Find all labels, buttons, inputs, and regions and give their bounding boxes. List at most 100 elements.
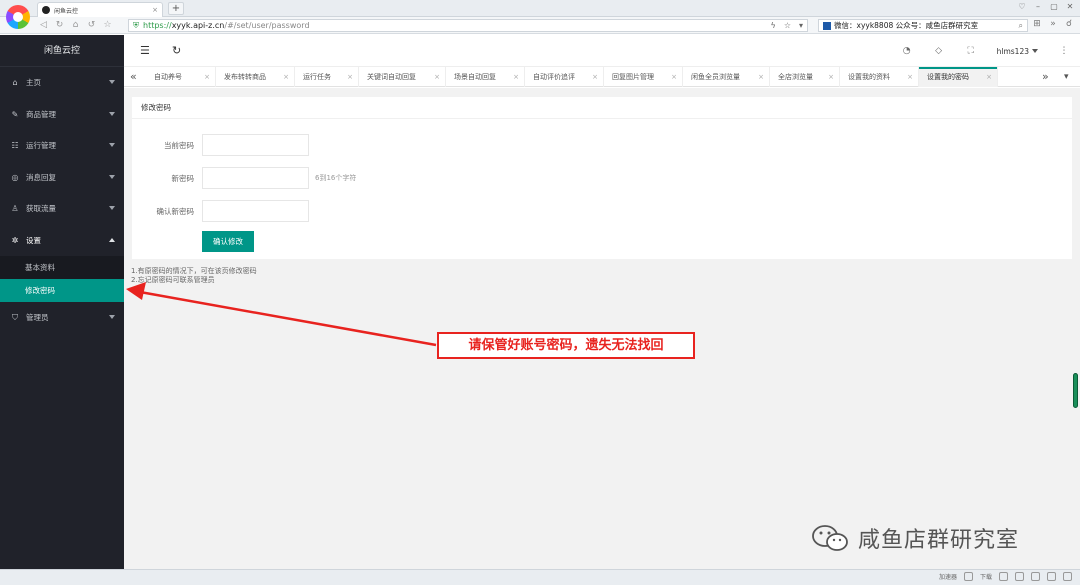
minimize-icon[interactable]: – (1032, 1, 1044, 13)
status-icon[interactable] (999, 572, 1008, 581)
maximize-icon[interactable]: ▢ (1048, 1, 1060, 13)
tag-icon[interactable]: ◇ (923, 46, 955, 56)
page-tab[interactable]: 发布转转商品 × (216, 67, 295, 87)
fullscreen-icon[interactable]: ⛶ (955, 46, 987, 56)
close-icon[interactable]: × (513, 67, 519, 87)
back-icon[interactable]: ◁ (38, 19, 49, 31)
message-icon: ◎ (11, 172, 19, 182)
sidebar-item-admin[interactable]: ⛉ 管理员 (0, 302, 124, 334)
close-icon[interactable]: × (204, 67, 210, 87)
status-accelerator[interactable]: 加速器 (939, 572, 957, 581)
close-icon[interactable]: × (434, 67, 440, 87)
shield-lock-icon: ⛨ (133, 20, 139, 30)
user-menu[interactable]: hlms123 (987, 47, 1048, 56)
close-window-icon[interactable]: ✕ (1064, 1, 1076, 13)
wechat-icon (812, 525, 848, 551)
status-icon[interactable] (1031, 572, 1040, 581)
close-icon[interactable]: × (907, 67, 913, 87)
confirm-password-label: 确认新密码 (156, 206, 195, 216)
reload-icon[interactable]: ↻ (172, 44, 181, 57)
username: hlms123 (996, 46, 1029, 56)
current-password-label: 当前密码 (164, 140, 194, 150)
close-icon[interactable]: × (986, 67, 992, 87)
status-icon[interactable] (1015, 572, 1024, 581)
close-icon[interactable]: × (347, 67, 353, 87)
tabs-scroll-left-icon[interactable]: « (130, 70, 137, 83)
sidebar-item-label: 管理员 (26, 313, 49, 323)
browser-logo-icon[interactable] (6, 5, 30, 29)
new-password-row: 新密码 6到16个字符 (132, 167, 356, 189)
heart-icon[interactable]: ♡ (1016, 1, 1028, 13)
menu-toggle-icon[interactable]: ☰ (140, 44, 150, 57)
url-field[interactable]: ⛨ https:// xyyk.api-z.cn /#/set/user/pas… (128, 19, 808, 32)
sidebar-subitem[interactable]: 基本资料 (0, 256, 124, 279)
tabs-menu-icon[interactable]: ▾ (1064, 72, 1069, 82)
page-tab-label: 自动养号 (154, 73, 182, 81)
more-icon[interactable]: » (1048, 19, 1058, 29)
status-icon[interactable] (1047, 572, 1056, 581)
page-tab[interactable]: 全店浏览量 × (770, 67, 840, 87)
refresh-icon[interactable]: ↻ (54, 19, 65, 31)
status-icon[interactable] (963, 572, 973, 581)
browser-tab[interactable]: 闲鱼云控 × (37, 2, 163, 17)
scrollbar-thumb[interactable] (1073, 373, 1078, 408)
extension-icon[interactable]: ☌ (1064, 19, 1074, 29)
new-tab-button[interactable]: + (168, 2, 184, 15)
close-icon[interactable]: × (283, 67, 289, 87)
bookmark-star-icon[interactable]: ☆ (784, 21, 791, 30)
sidebar-item[interactable]: ✎ 商品管理 (0, 99, 124, 131)
search-field[interactable]: 微信：xyyk8808 公众号：咸鱼店群研究室 ⌕ (818, 19, 1028, 32)
page-tab[interactable]: 回复图片管理 × (604, 67, 683, 87)
chevron-icon (109, 111, 115, 116)
sidebar-item-label: 消息回复 (26, 172, 56, 182)
page-tab[interactable]: 运行任务 × (295, 67, 359, 87)
tabs-scroll-right-icon[interactable]: » (1042, 70, 1049, 83)
chevron-icon (109, 315, 115, 319)
page-tab-label: 闲鱼全员浏览量 (691, 73, 740, 81)
status-download[interactable]: 下载 (980, 572, 992, 581)
close-tab-icon[interactable]: × (152, 6, 158, 14)
page-tab[interactable]: 场景自动回复 × (446, 67, 525, 87)
sidebar: 闲鱼云控 ⌂ 主页 ✎ 商品管理 ☷ 运行管理 ◎ 消息回复 ♙ 获取流量 ✲ 设置 基本资料 修改密码 ⛉… (0, 35, 124, 569)
annotation-callout: 请保管好账号密码，遗失无法找回 (437, 332, 695, 359)
window-controls: ♡ – ▢ ✕ (1016, 1, 1076, 13)
home-nav-icon[interactable]: ⌂ (70, 19, 81, 31)
status-bar: 加速器 下载 (0, 569, 1080, 585)
page-tab[interactable]: 设置我的密码 × (919, 67, 998, 87)
page-tab[interactable]: 关键词自动回复 × (359, 67, 446, 87)
favorite-icon[interactable]: ☆ (102, 19, 113, 31)
page-tab-label: 设置我的密码 (927, 73, 969, 81)
sidebar-subitem[interactable]: 修改密码 (0, 279, 124, 302)
current-password-input[interactable] (202, 134, 309, 156)
sidebar-item[interactable]: ◎ 消息回复 (0, 162, 124, 194)
close-icon[interactable]: × (592, 67, 598, 87)
lightning-icon[interactable]: ϟ (771, 21, 776, 30)
confirm-change-button[interactable]: 确认修改 (202, 231, 254, 252)
sidebar-item-label: 获取流量 (26, 204, 56, 214)
theme-icon[interactable]: ◔ (891, 46, 923, 56)
page-tab[interactable]: 设置我的资料 × (840, 67, 919, 87)
search-icon[interactable]: ⌕ (1019, 21, 1023, 31)
close-icon[interactable]: × (671, 67, 677, 87)
sidebar-item[interactable]: ✲ 设置 (0, 225, 124, 257)
chevron-icon (109, 237, 115, 242)
page-tab-label: 回复图片管理 (612, 73, 654, 81)
top-header: ☰ ↻ ◔ ◇ ⛶ hlms123 ⋮ (124, 35, 1080, 67)
page-tab[interactable]: 闲鱼全员浏览量 × (683, 67, 770, 87)
dropdown-icon[interactable]: ▾ (799, 21, 803, 30)
new-password-input[interactable] (202, 167, 309, 189)
close-icon[interactable]: × (758, 67, 764, 87)
sidebar-item[interactable]: ☷ 运行管理 (0, 130, 124, 162)
browser-tab-bar: 闲鱼云控 × + ♡ – ▢ ✕ (0, 0, 1080, 17)
page-tab[interactable]: 自动养号 × (146, 67, 216, 87)
sidebar-item[interactable]: ⌂ 主页 (0, 67, 124, 99)
sidebar-item[interactable]: ♙ 获取流量 (0, 193, 124, 225)
page-tab[interactable]: 自动评价追评 × (525, 67, 604, 87)
close-icon[interactable]: × (828, 67, 834, 87)
confirm-password-input[interactable] (202, 200, 309, 222)
more-vertical-icon[interactable]: ⋮ (1048, 46, 1080, 56)
status-icon[interactable] (1063, 572, 1072, 581)
sidebar-item-label: 设置 (26, 235, 41, 245)
grid-icon[interactable]: ⊞ (1032, 19, 1042, 29)
history-icon[interactable]: ↺ (86, 19, 97, 31)
